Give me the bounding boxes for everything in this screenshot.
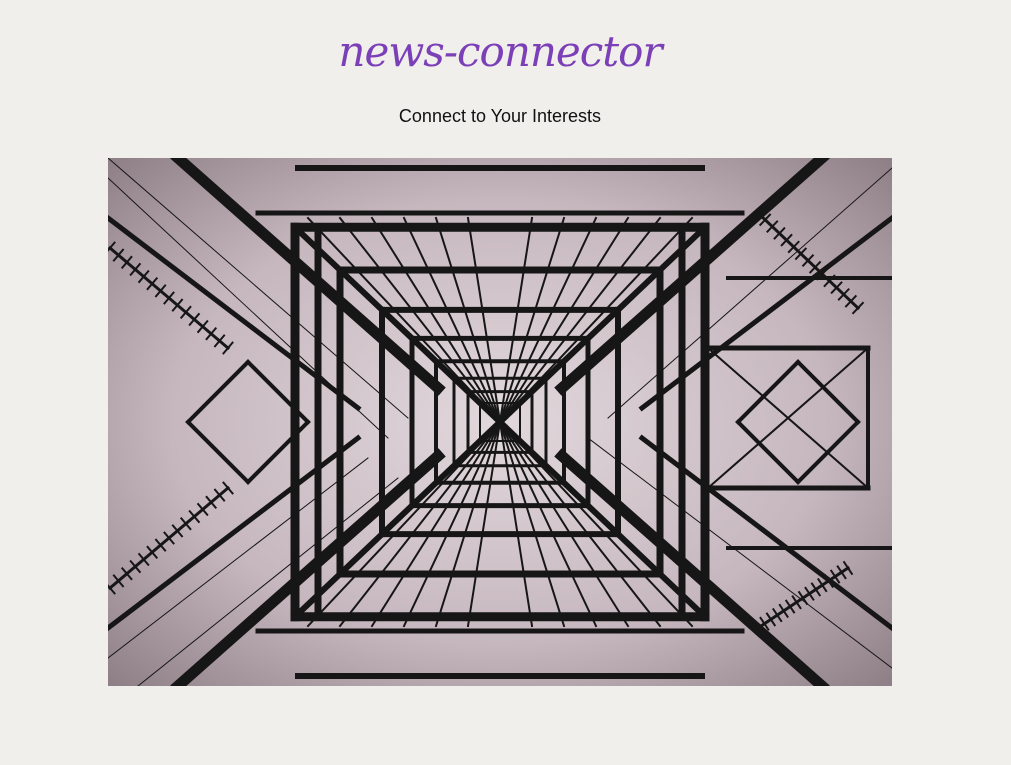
site-logo[interactable]: news-connector (0, 24, 1000, 80)
hero-image (108, 158, 892, 686)
site-tagline: Connect to Your Interests (398, 106, 602, 126)
